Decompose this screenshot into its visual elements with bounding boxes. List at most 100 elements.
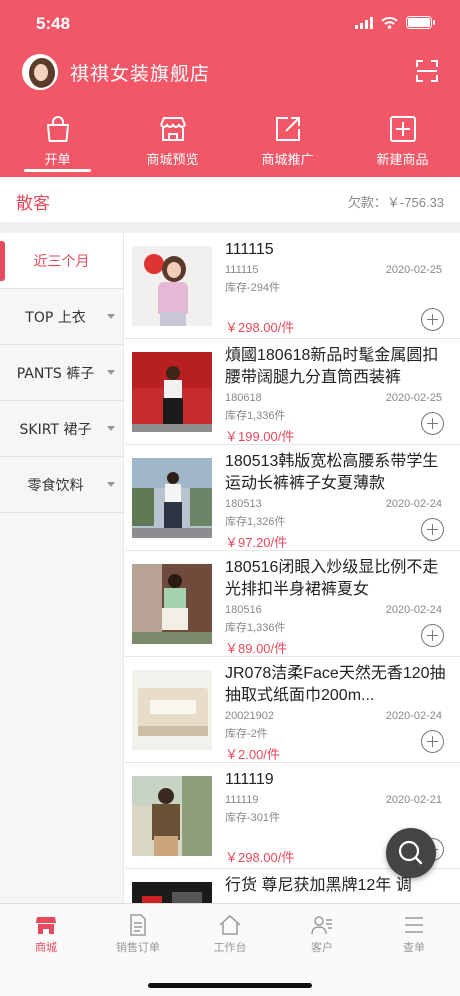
tab-label: 商城预览 [146, 153, 199, 168]
product-price: ￥199.00/件 [225, 429, 295, 444]
product-stock: 库存-2件 [225, 728, 268, 740]
nav-label: 工作台 [213, 941, 247, 954]
product-stock: 库存1,336件 [225, 410, 286, 422]
product-list: 111115 111115 2020-02-25 库存-294件 ￥298.00… [125, 233, 460, 903]
signal-icon [355, 16, 373, 29]
app-screen: 5:48 祺祺女装旗舰店 开单 商城预览 商城推广 新建商品 散客 欠款：￥-7… [0, 0, 460, 996]
product-name: JR078洁柔Face天然无香120抽抽取式纸面巾200m... [225, 665, 446, 704]
product-code: 111119 [225, 794, 259, 806]
product-item[interactable]: 180516闭眼入炒级显比例不走光排扣半身裙裤夏女 180516 2020-02… [125, 551, 460, 657]
section-divider [0, 223, 460, 233]
product-code: 111115 [225, 264, 259, 276]
product-item[interactable]: JR078洁柔Face天然无香120抽抽取式纸面巾200m... 2002190… [125, 657, 460, 763]
header: 5:48 祺祺女装旗舰店 开单 商城预览 商城推广 新建商品 [0, 0, 460, 177]
shop-info[interactable]: 祺祺女装旗舰店 [22, 54, 210, 90]
product-name: 熕國180618新品时髦金属圆扣腰带阔腿九分直筒西装裤 [225, 347, 439, 386]
nav-store[interactable]: 商城 [0, 904, 92, 960]
product-name: 180516闭眼入炒级显比例不走光排扣半身裙裤夏女 [225, 559, 439, 598]
wifi-icon [381, 16, 398, 29]
tab-label: 开单 [44, 153, 71, 168]
triangle-down-icon [107, 314, 115, 319]
product-name: 111115 [225, 241, 274, 258]
store-icon [159, 117, 186, 141]
customer-bar[interactable]: 散客 欠款：￥-756.33 [0, 177, 460, 223]
product-image [132, 564, 212, 644]
product-price: ￥2.00/件 [225, 747, 280, 762]
product-price: ￥298.00/件 [225, 850, 295, 865]
category-sidebar: 近三个月 TOP 上衣 PANTS 裤子 SKIRT 裙子 零食饮料 [0, 233, 124, 903]
bottom-nav: 商城 销售订单 工作台 客户 查单 [0, 903, 460, 996]
triangle-down-icon [107, 482, 115, 487]
customers-icon [311, 916, 332, 935]
nav-sales-orders[interactable]: 销售订单 [92, 904, 184, 960]
category-tops[interactable]: TOP 上衣 [0, 289, 123, 345]
product-item[interactable]: 熕國180618新品时髦金属圆扣腰带阔腿九分直筒西装裤 180618 2020-… [125, 339, 460, 445]
product-image [132, 352, 212, 432]
share-icon [275, 117, 300, 141]
debt-label: 欠款： [347, 195, 387, 210]
add-icon[interactable] [421, 412, 444, 435]
product-code: 20021902 [225, 710, 274, 722]
search-icon [398, 840, 423, 865]
nav-label: 查单 [403, 941, 425, 954]
nav-check-order[interactable]: 查单 [368, 904, 460, 960]
add-icon[interactable] [421, 518, 444, 541]
search-button[interactable] [386, 828, 436, 878]
nav-label: 客户 [311, 941, 333, 954]
category-pants[interactable]: PANTS 裤子 [0, 345, 123, 401]
avatar[interactable] [22, 54, 58, 90]
category-skirts[interactable]: SKIRT 裙子 [0, 401, 123, 457]
document-icon [130, 914, 146, 936]
product-code: 180618 [225, 392, 262, 404]
product-item[interactable]: 111115 111115 2020-02-25 库存-294件 ￥298.00… [125, 233, 460, 339]
battery-icon [406, 16, 435, 29]
product-stock: 库存-294件 [225, 282, 281, 294]
product-image [132, 776, 212, 856]
product-date: 2020-02-21 [385, 794, 442, 806]
tab-label: 新建商品 [376, 153, 429, 168]
home-indicator[interactable] [148, 983, 312, 988]
customer-name[interactable]: 散客 [16, 189, 50, 214]
triangle-down-icon [107, 370, 115, 375]
nav-customers[interactable]: 客户 [276, 904, 368, 960]
product-stock: 库存1,326件 [225, 516, 286, 528]
product-price: ￥298.00/件 [225, 320, 295, 335]
product-price: ￥97.20/件 [225, 535, 288, 550]
add-icon[interactable] [421, 730, 444, 753]
category-snacks[interactable]: 零食饮料 [0, 457, 123, 513]
add-square-icon [389, 116, 416, 142]
nav-workbench[interactable]: 工作台 [184, 904, 276, 960]
product-image [132, 882, 212, 903]
product-image [132, 458, 212, 538]
category-label: TOP 上衣 [25, 309, 86, 326]
scan-icon[interactable] [416, 60, 438, 82]
tab-store-preview[interactable]: 商城预览 [115, 110, 230, 176]
store-icon [36, 917, 56, 934]
add-icon[interactable] [421, 308, 444, 331]
status-time: 5:48 [36, 14, 71, 33]
home-icon [219, 914, 241, 935]
tab-new-product[interactable]: 新建商品 [345, 110, 460, 176]
status-bar: 5:48 [0, 0, 460, 48]
category-label: 近三个月 [33, 253, 90, 270]
shop-name: 祺祺女装旗舰店 [70, 62, 211, 85]
category-recent[interactable]: 近三个月 [0, 233, 123, 289]
product-date: 2020-02-25 [385, 264, 442, 276]
debt-value: ￥-756.33 [386, 195, 444, 210]
tab-store-promotion[interactable]: 商城推广 [230, 110, 345, 176]
product-name: 行货 尊尼获加黑牌12年 调 [225, 877, 412, 894]
product-name: 111119 [225, 771, 274, 788]
status-icons [355, 16, 435, 29]
product-item[interactable]: 180513韩版宽松高腰系带学生运动长裤裤子女夏薄款 180513 2020-0… [125, 445, 460, 551]
product-name: 180513韩版宽松高腰系带学生运动长裤裤子女夏薄款 [225, 453, 439, 492]
nav-label: 销售订单 [116, 941, 160, 954]
product-image [132, 246, 212, 326]
category-label: PANTS 裤子 [16, 365, 95, 382]
product-code: 180516 [225, 604, 262, 616]
nav-label: 商城 [35, 941, 57, 954]
product-price: ￥89.00/件 [225, 641, 288, 656]
product-stock: 库存1,336件 [225, 622, 286, 634]
add-icon[interactable] [421, 624, 444, 647]
bag-icon [46, 116, 69, 142]
tab-create-order[interactable]: 开单 [0, 110, 115, 176]
